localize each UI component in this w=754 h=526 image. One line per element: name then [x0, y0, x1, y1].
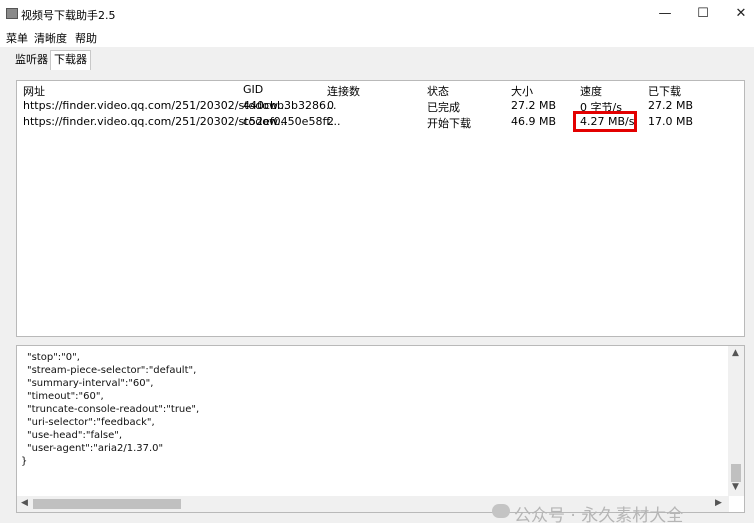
maximize-button[interactable]: ☐	[688, 4, 718, 24]
vertical-scroll-thumb[interactable]	[731, 464, 741, 482]
wechat-icon	[492, 504, 510, 518]
log-line: "summary-interval":"60",	[27, 378, 154, 389]
scroll-down-icon[interactable]: ▼	[732, 482, 739, 492]
minimize-button[interactable]: —	[650, 4, 680, 24]
scroll-left-icon[interactable]: ◀	[21, 498, 28, 508]
log-line: "timeout":"60",	[27, 391, 104, 402]
close-button[interactable]: ✕	[726, 4, 754, 24]
menu-main[interactable]: 菜单	[6, 30, 28, 46]
column-header-speed[interactable]: 速度	[580, 83, 602, 99]
cell-connections: 2	[327, 115, 334, 128]
column-header-url[interactable]: 网址	[23, 83, 45, 99]
cell-size: 46.9 MB	[511, 115, 557, 128]
cell-downloaded: 27.2 MB	[648, 99, 694, 112]
vertical-scrollbar[interactable]: ▲ ▼	[728, 346, 744, 496]
log-line: "stop":"0",	[27, 352, 80, 363]
scroll-right-icon[interactable]: ▶	[715, 498, 722, 508]
column-header-downloaded[interactable]: 已下载	[648, 83, 681, 99]
column-header-status[interactable]: 状态	[427, 83, 449, 99]
horizontal-scroll-thumb[interactable]	[33, 499, 181, 509]
window-title: 视频号下载助手2.5	[21, 9, 116, 22]
tab-listener[interactable]: 监听器	[12, 51, 51, 69]
menu-quality[interactable]: 清晰度	[34, 30, 67, 46]
cell-status: 开始下载	[427, 117, 471, 130]
app-icon	[6, 8, 18, 19]
watermark-text: 公众号 · 永久素材大全	[514, 506, 684, 526]
log-line: "user-agent":"aria2/1.37.0"	[27, 443, 164, 454]
tab-strip: 监听器 下载器	[0, 47, 754, 70]
speed-highlight-box	[573, 111, 637, 132]
cell-status: 已完成	[427, 101, 460, 114]
tab-downloader[interactable]: 下载器	[50, 50, 91, 70]
cell-size: 27.2 MB	[511, 99, 557, 112]
column-header-size[interactable]: 大小	[511, 83, 533, 99]
scroll-up-icon[interactable]: ▲	[732, 348, 739, 358]
cell-downloaded: 17.0 MB	[648, 115, 694, 128]
menu-bar: 菜单 清晰度 帮助	[0, 27, 754, 45]
log-output[interactable]: "stop":"0", "stream-piece-selector":"def…	[16, 345, 745, 513]
log-line: "uri-selector":"feedback",	[27, 417, 155, 428]
log-line: "stream-piece-selector":"default",	[27, 365, 197, 376]
log-line: }	[21, 456, 28, 467]
cell-gid: 440cbb3b3286...	[243, 99, 337, 112]
column-header-gid[interactable]: GID	[243, 83, 263, 96]
title-bar: 视频号下载助手2.5 — ☐ ✕	[0, 0, 754, 26]
log-line: "truncate-console-readout":"true",	[27, 404, 200, 415]
cell-connections: 0	[327, 99, 334, 112]
menu-help[interactable]: 帮助	[75, 30, 97, 46]
column-header-connections[interactable]: 连接数	[327, 83, 360, 99]
log-line: "use-head":"false",	[27, 430, 123, 441]
cell-gid: c52ef0450e58ff...	[243, 115, 341, 128]
